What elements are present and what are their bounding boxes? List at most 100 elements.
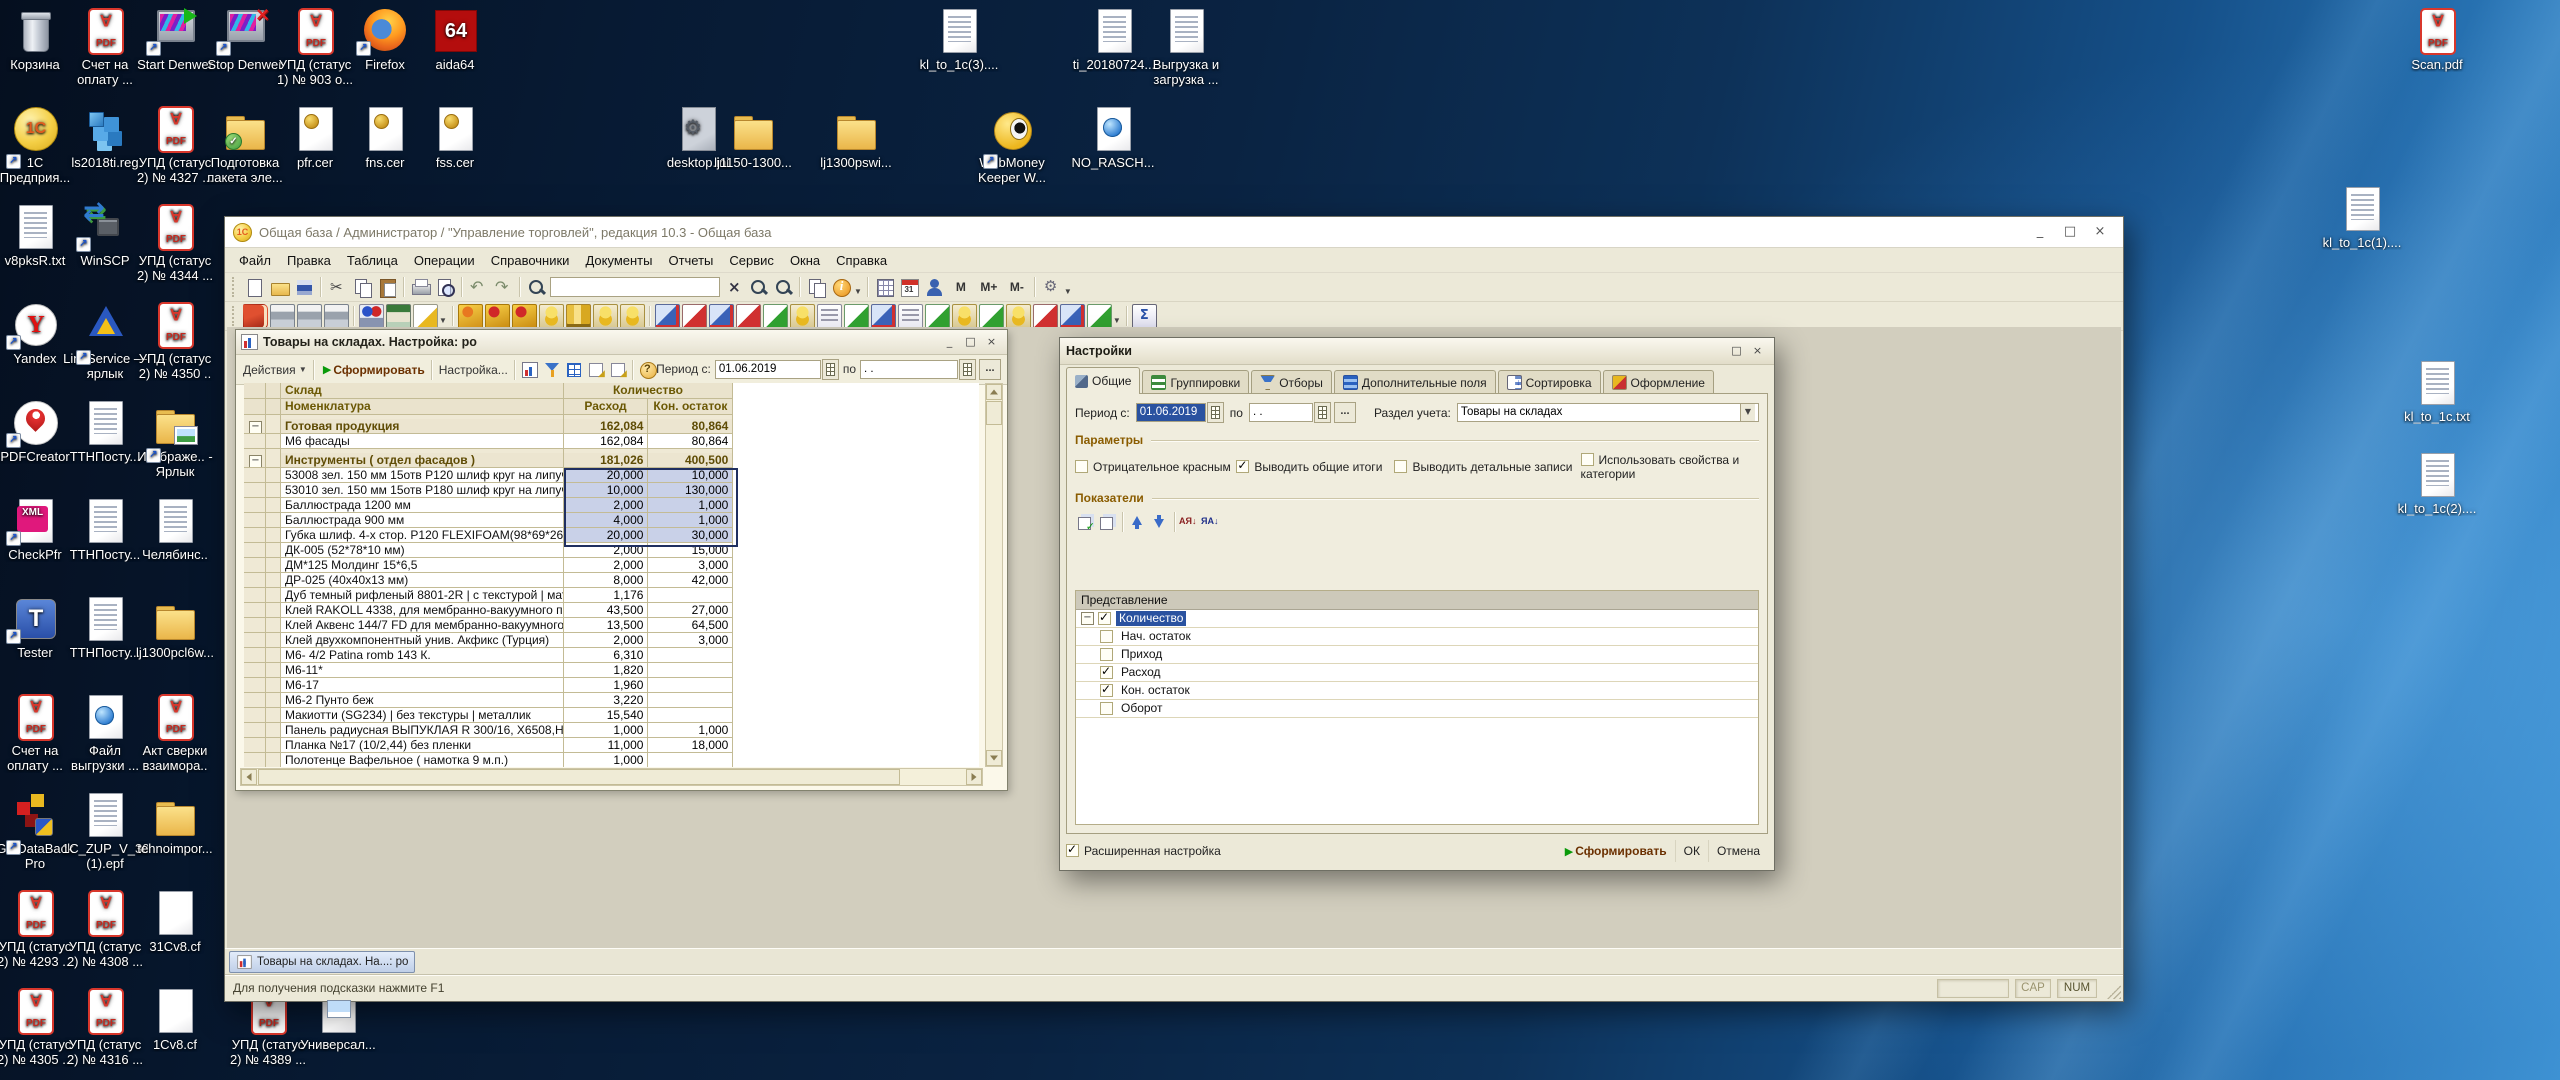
desktop-icon[interactable]: kl_to_1c(1).... xyxy=(2319,186,2405,250)
table-row[interactable]: ДМ*125 Молдинг 15*6,52,0003,000 xyxy=(244,558,979,573)
cancel-document-icon[interactable] xyxy=(1033,304,1058,329)
search-icon[interactable] xyxy=(525,276,548,299)
printer-icon[interactable] xyxy=(324,304,349,329)
tree-row[interactable]: Количество xyxy=(1076,610,1758,628)
cash-register-icon[interactable] xyxy=(386,304,411,329)
menu-catalogs[interactable]: Справочники xyxy=(483,251,578,270)
menu-help[interactable]: Справка xyxy=(828,251,895,270)
generate-button[interactable]: ▶Сформировать xyxy=(318,359,428,381)
menu-operations[interactable]: Операции xyxy=(406,251,483,270)
paste-icon[interactable] xyxy=(376,276,399,299)
employees-icon[interactable] xyxy=(359,304,384,329)
exchange-icon[interactable] xyxy=(871,304,896,329)
column-header-quantity[interactable]: Количество xyxy=(564,383,734,399)
desktop-icon[interactable]: NO_RASCH... xyxy=(1070,106,1156,170)
uncheck-all-icon[interactable] xyxy=(1097,512,1117,532)
counterparty-card-icon[interactable] xyxy=(817,304,842,329)
desktop-icon[interactable]: fss.cer xyxy=(412,106,498,170)
calendar-icon[interactable] xyxy=(898,276,921,299)
collapse-rows-icon[interactable] xyxy=(586,360,606,380)
desktop-icon[interactable]: aida64 xyxy=(412,8,498,72)
desktop-icon[interactable]: WebMoney Keeper W... xyxy=(969,106,1055,185)
column-header-outflow[interactable]: Расход xyxy=(564,399,649,415)
confirm-document-icon[interactable] xyxy=(1087,304,1112,329)
chevron-down-icon[interactable]: ▼ xyxy=(1064,287,1072,296)
checkbox-show-details[interactable]: Выводить детальные записи xyxy=(1394,460,1580,474)
tree-row[interactable]: Оборот xyxy=(1076,700,1758,718)
open-window-button[interactable]: Товары на складах. На...: ро xyxy=(229,951,415,973)
desktop-icon[interactable]: Изображе.. - Ярлык xyxy=(132,400,218,479)
coins-icon[interactable] xyxy=(593,304,618,329)
table-row[interactable]: Панель радиусная ВЫПУКЛАЯ R 300/16, Х650… xyxy=(244,723,979,738)
period-to-input[interactable]: . . xyxy=(860,360,958,379)
report-icon[interactable] xyxy=(844,304,869,329)
table-row[interactable]: 53010 зел. 150 мм 15отв Р180 шлиф круг н… xyxy=(244,483,979,498)
cancel-button[interactable]: Отмена xyxy=(1708,840,1768,862)
undo-icon[interactable] xyxy=(467,276,490,299)
scrollbar-thumb[interactable] xyxy=(258,769,900,785)
user-permissions-icon[interactable] xyxy=(923,276,946,299)
menu-reports[interactable]: Отчеты xyxy=(660,251,721,270)
desktop-icon[interactable]: Scan.pdf xyxy=(2394,8,2480,72)
table-row[interactable]: Планка №17 (10/2,44) без пленки11,00018,… xyxy=(244,738,979,753)
table-row[interactable]: Клей Аквенс 144/7 FD для мембранно-вакуу… xyxy=(244,618,979,633)
table-row[interactable]: М6 фасады162,08480,864 xyxy=(244,434,979,449)
minimize-button[interactable]: _ xyxy=(2025,221,2055,243)
table-row[interactable]: М6-11*1,820 xyxy=(244,663,979,678)
customer-order-icon[interactable] xyxy=(458,304,483,329)
approve-document-icon[interactable] xyxy=(979,304,1004,329)
incoming-document-icon[interactable] xyxy=(655,304,680,329)
coins-icon[interactable] xyxy=(620,304,645,329)
print-icon[interactable] xyxy=(409,276,432,299)
search-input[interactable] xyxy=(550,277,720,297)
table-row[interactable]: Баллюстрада 900 мм4,0001,000 xyxy=(244,513,979,528)
close-button[interactable]: × xyxy=(2085,221,2115,243)
tab-sorting[interactable]: Сортировка xyxy=(1498,370,1601,394)
desktop-icon[interactable]: Акт сверки взаимора.. xyxy=(132,694,218,773)
toolbar-grip[interactable] xyxy=(232,277,239,297)
checkbox-use-properties[interactable]: Использовать свойства и категории xyxy=(1581,453,1759,481)
desktop-icon[interactable]: 1Cv8.cf xyxy=(132,988,218,1052)
desktop-icon[interactable]: kl_to_1c(3).... xyxy=(916,8,1002,72)
new-document-icon[interactable] xyxy=(243,276,266,299)
vertical-scrollbar[interactable] xyxy=(985,383,1003,767)
settings-maximize-button[interactable]: □ xyxy=(1726,342,1747,361)
document-list-icon[interactable] xyxy=(898,304,923,329)
table-row[interactable]: Клей RAKOLL 4338, для мембранно-вакуумно… xyxy=(244,603,979,618)
menu-documents[interactable]: Документы xyxy=(577,251,660,270)
copy-fragment-icon[interactable] xyxy=(805,276,828,299)
scroll-right-button[interactable] xyxy=(966,769,982,785)
memory-plus-button[interactable]: M+ xyxy=(976,276,1002,299)
calendar-picker-icon[interactable] xyxy=(959,359,976,380)
catalog-icon[interactable] xyxy=(243,304,268,329)
collapse-group-icon[interactable] xyxy=(249,421,262,434)
redo-icon[interactable] xyxy=(492,276,515,299)
period-to-input[interactable]: . . xyxy=(1249,403,1313,422)
table-row[interactable]: Клей двухкомпонентный унив. Акфикс (Турц… xyxy=(244,633,979,648)
menu-edit[interactable]: Правка xyxy=(279,251,339,270)
tree-row[interactable]: Нач. остаток xyxy=(1076,628,1758,646)
totals-report-icon[interactable] xyxy=(1132,304,1157,329)
period-ellipsis-button[interactable]: ... xyxy=(1334,402,1356,423)
print-preview-icon[interactable] xyxy=(434,276,457,299)
column-header-warehouse[interactable]: Склад xyxy=(281,383,564,399)
period-from-input[interactable]: 01.06.2019 xyxy=(715,360,821,379)
copy-icon[interactable] xyxy=(351,276,374,299)
chevron-down-icon[interactable]: ▼ xyxy=(1740,404,1755,421)
price-icon[interactable] xyxy=(952,304,977,329)
report-minimize-button[interactable]: _ xyxy=(939,333,960,352)
chevron-down-icon[interactable]: ▼ xyxy=(854,287,862,296)
column-header-nomenclature[interactable]: Номенклатура xyxy=(281,399,564,415)
table-row[interactable]: Полотенце Вафельное ( намотка 9 м.п.)1,0… xyxy=(244,753,979,767)
desktop-icon[interactable]: tehnoimpor... xyxy=(132,792,218,856)
scroll-left-button[interactable] xyxy=(241,769,257,785)
move-up-icon[interactable] xyxy=(1127,512,1147,532)
maximize-button[interactable]: □ xyxy=(2055,221,2085,243)
coins-icon[interactable] xyxy=(1006,304,1031,329)
scroll-up-button[interactable] xyxy=(986,384,1002,400)
chevron-down-icon[interactable]: ▼ xyxy=(439,316,447,325)
tab-groupings[interactable]: Группировки xyxy=(1142,370,1249,394)
purchase-icon[interactable] xyxy=(485,304,510,329)
open-icon[interactable] xyxy=(268,276,291,299)
desktop-icon[interactable]: kl_to_1c.txt xyxy=(2394,360,2480,424)
